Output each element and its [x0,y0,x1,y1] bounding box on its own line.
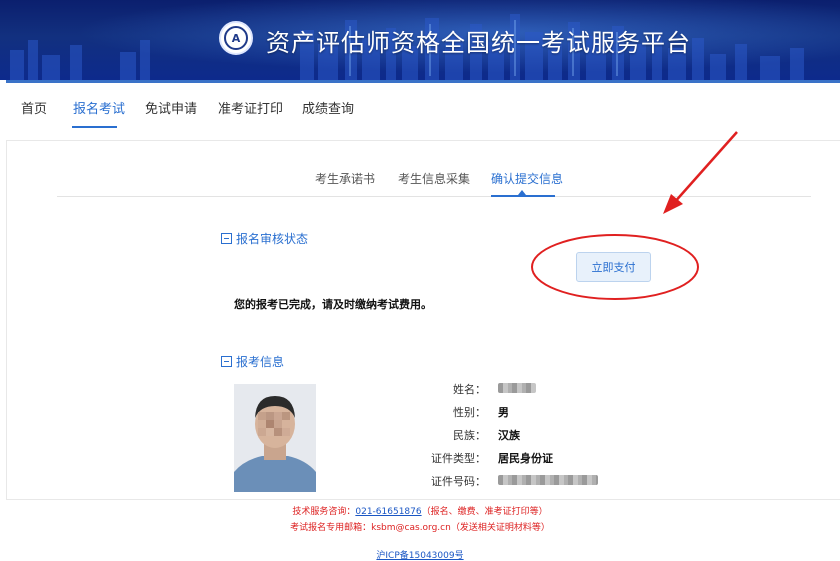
footer-email-line: 考试报名专用邮箱：ksbm@cas.org.cn（发送相关证明材料等） [0,520,840,533]
info-value-id-type: 居民身份证 [498,452,553,465]
step-active-caret-icon [518,190,526,195]
nav-admission-ticket-print[interactable]: 准考证打印 [218,98,283,117]
info-label-ethnicity: 民族： [453,429,486,442]
registration-complete-notice: 您的报考已完成，请及时缴纳考试费用。 [234,298,432,311]
nav-exam-registration[interactable]: 报名考试 [73,98,125,117]
registration-info-heading: 报考信息 [221,353,284,370]
nav-score-query[interactable]: 成绩查询 [302,98,354,117]
info-value-id-number [498,473,638,491]
candidate-photo [234,384,316,492]
redacted-id-number [498,475,598,485]
registration-info-title: 报考信息 [236,355,285,369]
review-status-title: 报名审核状态 [236,232,309,246]
info-label-id-number-wrap: 证件号码： [400,473,486,491]
info-value-name [498,381,638,399]
step-confirm-submit[interactable]: 确认提交信息 [491,170,563,187]
info-value-ethnicity-wrap: 汉族 [498,427,638,445]
info-label-name-wrap: 姓名： [400,381,486,399]
site-title: 资产评估师资格全国统一考试服务平台 [266,29,691,57]
step-info-collection[interactable]: 考生信息采集 [398,170,470,187]
redacted-name [498,383,536,393]
page-footer: 技术服务咨询：021-61651876（报名、缴费、准考证打印等） 考试报名专用… [0,500,840,561]
review-status-heading: 报名审核状态 [221,230,308,247]
step-candidate-pledge[interactable]: 考生承诺书 [315,170,375,187]
info-value-ethnicity: 汉族 [498,429,520,442]
info-label-id-number: 证件号码： [431,475,486,488]
banner-divider [6,80,840,83]
footer-support-phone[interactable]: 021-61651876 [355,507,421,517]
footer-support-prefix: 技术服务咨询： [292,507,356,517]
footer-support-suffix: （报名、缴费、准考证打印等） [421,507,548,517]
annotation-circle [531,234,699,300]
header-banner: A 资产评估师资格全国统一考试服务平台 [0,0,840,80]
info-value-gender: 男 [498,406,509,419]
nav-home[interactable]: 首页 [21,98,47,117]
info-value-gender-wrap: 男 [498,404,638,422]
association-seal-icon[interactable]: A [219,21,253,55]
footer-email-suffix: （发送相关证明材料等） [450,523,550,533]
step-active-indicator [491,195,555,197]
nav-active-indicator [72,126,117,128]
main-nav: 首页 报名考试 免试申请 准考证打印 成绩查询 [0,86,840,132]
section-heading-icon [221,356,232,367]
annotation-arrow-icon [663,131,738,214]
section-heading-icon [221,233,232,244]
info-label-id-type: 证件类型： [431,452,486,465]
info-label-name: 姓名： [453,383,486,396]
info-label-id-type-wrap: 证件类型： [400,450,486,468]
nav-exemption-application[interactable]: 免试申请 [145,98,197,117]
info-label-ethnicity-wrap: 民族： [400,427,486,445]
footer-support-line: 技术服务咨询：021-61651876（报名、缴费、准考证打印等） [0,504,840,517]
info-label-gender-wrap: 性别： [400,404,486,422]
footer-email[interactable]: ksbm@cas.org.cn [371,523,451,533]
info-label-gender: 性别： [453,406,486,419]
info-value-id-type-wrap: 居民身份证 [498,450,638,468]
footer-email-prefix: 考试报名专用邮箱： [290,523,372,533]
